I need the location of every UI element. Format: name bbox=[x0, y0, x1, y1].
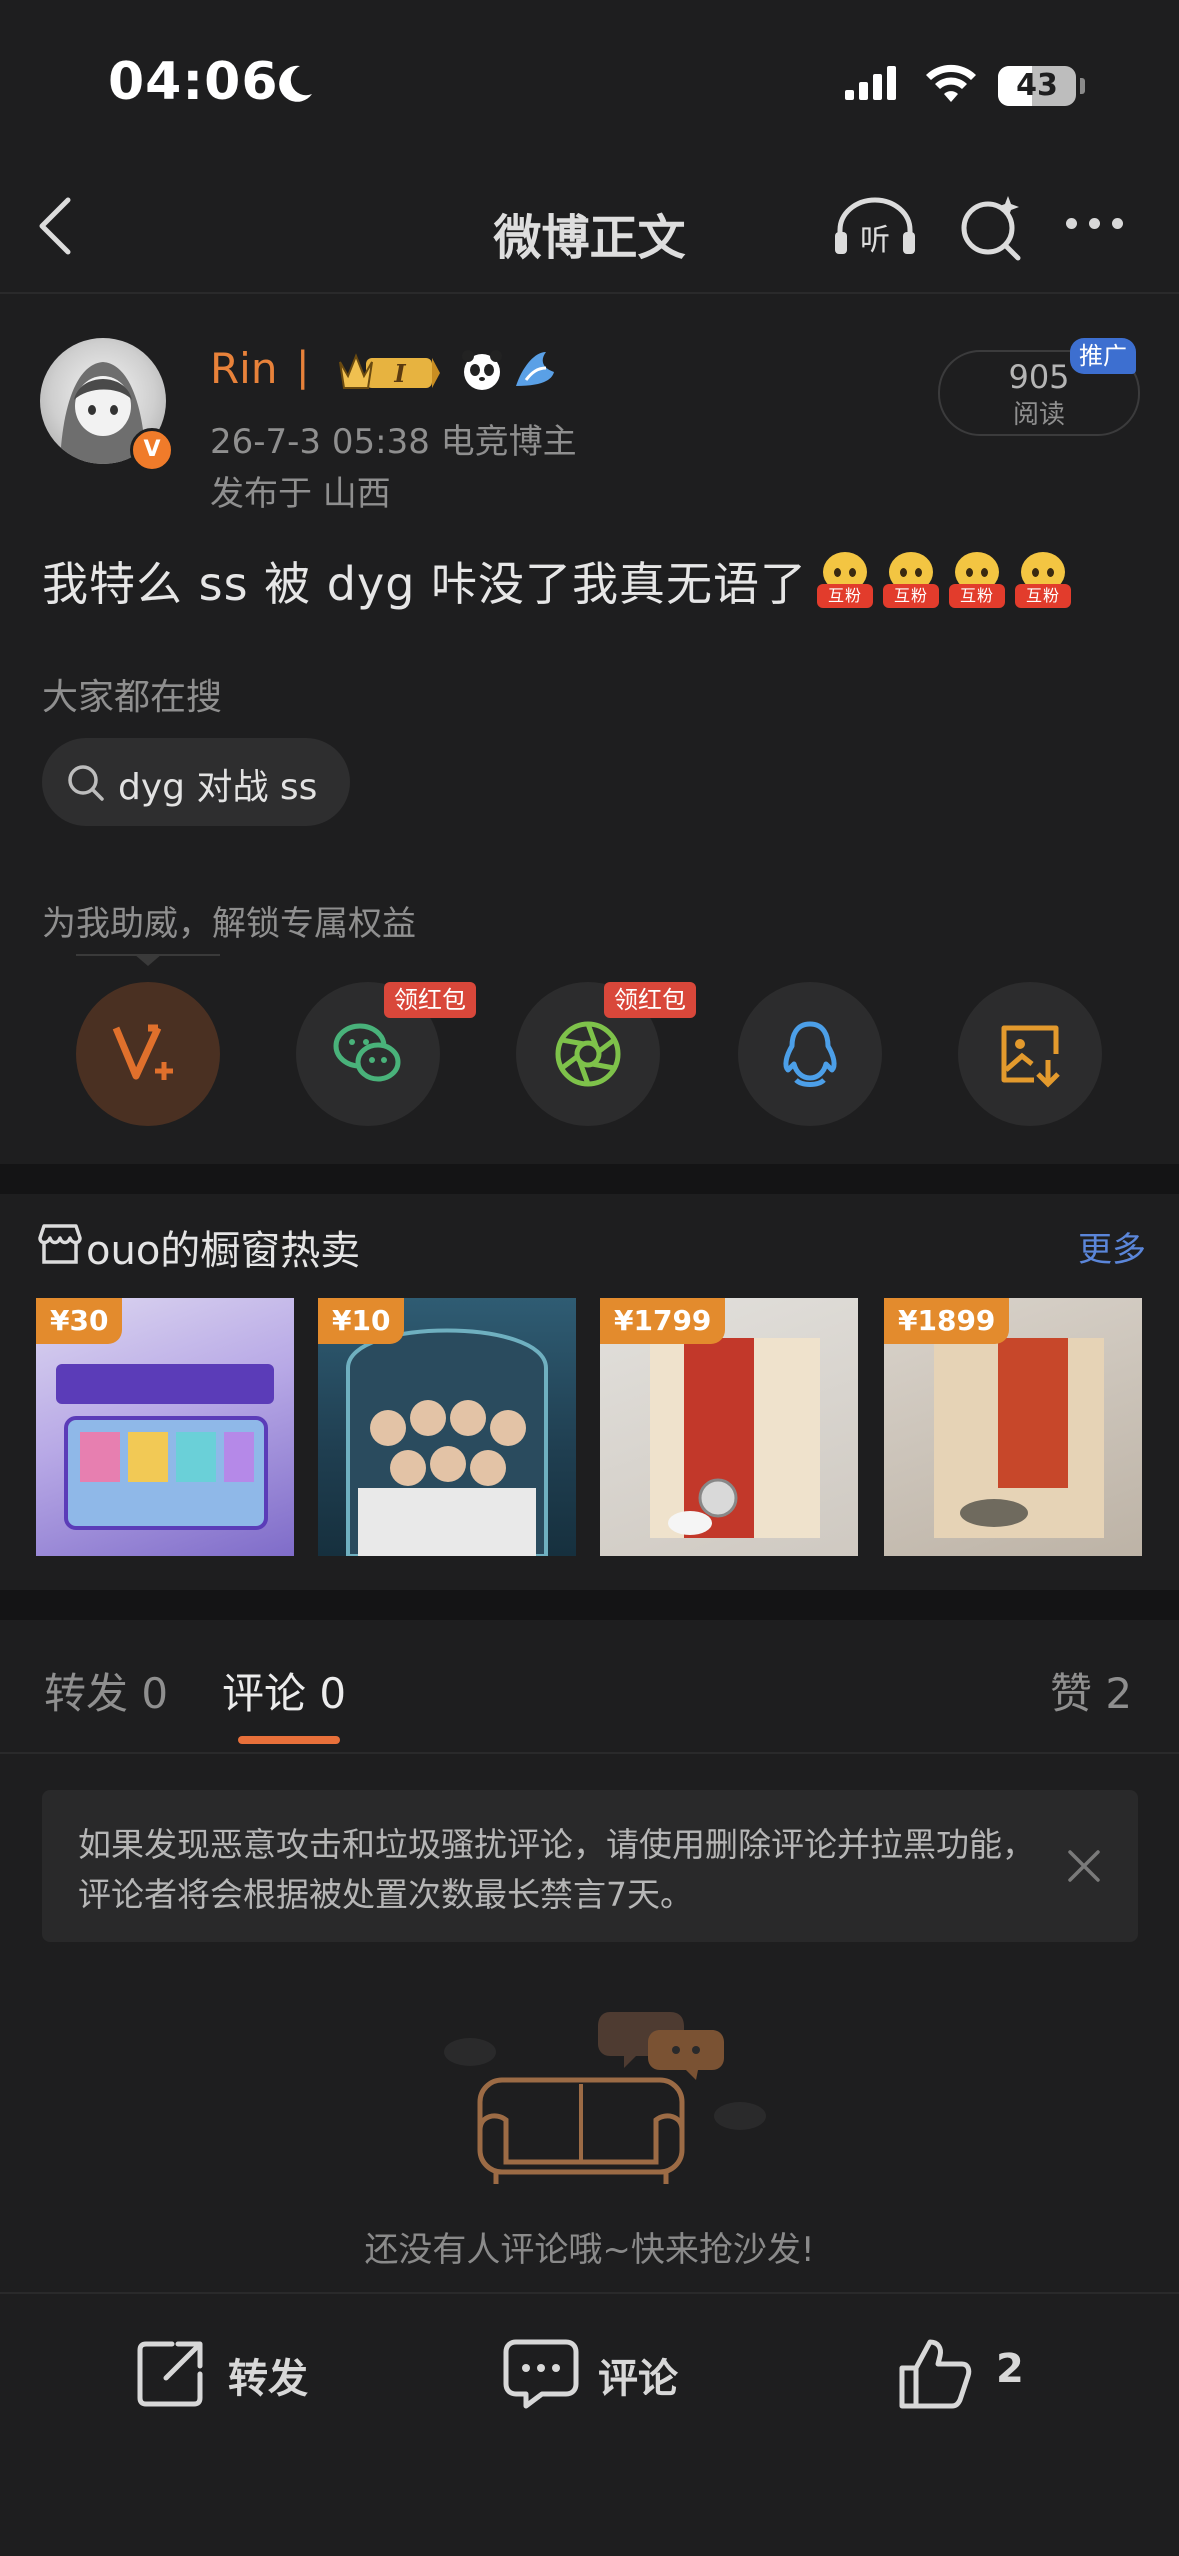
ad-tag: 推广 bbox=[1070, 338, 1136, 374]
battery-cap bbox=[1080, 78, 1085, 94]
tab-repost[interactable]: 转发 0 bbox=[44, 1660, 168, 1721]
product-price: ¥1899 bbox=[884, 1298, 1010, 1344]
search-icon[interactable] bbox=[956, 192, 1026, 262]
tab-like[interactable]: 赞 2 bbox=[1050, 1660, 1132, 1721]
repost-icon[interactable] bbox=[132, 2334, 210, 2412]
read-label: 阅读 bbox=[1012, 400, 1065, 430]
nav-divider bbox=[0, 292, 1179, 294]
close-icon[interactable] bbox=[1066, 1848, 1102, 1884]
emoji-label: 互粉 bbox=[1015, 584, 1072, 608]
more-options-icon[interactable] bbox=[1066, 214, 1135, 233]
comment-icon[interactable] bbox=[502, 2334, 580, 2412]
red-packet-badge: 领红包 bbox=[604, 982, 696, 1018]
product-card[interactable]: ¥30 bbox=[36, 1298, 294, 1556]
wave-badge-icon[interactable] bbox=[512, 346, 560, 392]
battery-indicator: 43 bbox=[998, 66, 1076, 106]
emoji-label: 互粉 bbox=[883, 584, 940, 608]
search-icon bbox=[68, 765, 104, 801]
hufen-emoji-icon: 互粉 bbox=[817, 552, 874, 608]
tab-divider bbox=[0, 1752, 1179, 1754]
post-meta: 26-7-3 05:38 电竞博主 bbox=[210, 422, 577, 462]
wechat-icon bbox=[333, 1023, 401, 1082]
like-thumb-icon[interactable] bbox=[896, 2334, 974, 2412]
svg-text:I: I bbox=[393, 359, 406, 388]
support-title: 为我助威，解锁专属权益 bbox=[42, 904, 416, 944]
cellular-signal-icon bbox=[845, 66, 901, 100]
post-text: 我特么 ss 被 dyg 咔没了我真无语了 互粉 互粉 互粉 互粉 bbox=[42, 548, 1072, 614]
like-count[interactable]: 2 bbox=[996, 2346, 1024, 2392]
tab-comment[interactable]: 评论 0 bbox=[222, 1660, 346, 1721]
hufen-emoji-icon: 互粉 bbox=[949, 552, 1006, 608]
username[interactable]: Rin bbox=[210, 344, 277, 393]
repost-button-label[interactable]: 转发 bbox=[228, 2346, 308, 2404]
listen-icon[interactable]: 听 bbox=[832, 196, 918, 260]
product-price: ¥1799 bbox=[600, 1298, 726, 1344]
post-location: 发布于 山西 bbox=[210, 474, 391, 514]
panda-badge-icon[interactable] bbox=[460, 348, 504, 392]
vip-plus-icon bbox=[112, 1024, 173, 1080]
hufen-emoji-icon: 互粉 bbox=[883, 552, 940, 608]
red-packet-badge: 领红包 bbox=[384, 982, 476, 1018]
product-card[interactable]: ¥1899 bbox=[884, 1298, 1142, 1556]
empty-sofa-illustration bbox=[444, 2012, 766, 2184]
section-gap bbox=[0, 1164, 1179, 1194]
product-card[interactable]: ¥1799 bbox=[600, 1298, 858, 1556]
share-qq-button[interactable] bbox=[738, 982, 882, 1126]
product-price: ¥30 bbox=[36, 1298, 123, 1344]
member-crown-badge-icon[interactable]: I bbox=[338, 348, 440, 394]
moon-icon bbox=[279, 65, 312, 102]
shop-more-link[interactable]: 更多 bbox=[1078, 1222, 1146, 1271]
shop-icon bbox=[38, 1224, 82, 1264]
notice-text: 如果发现恶意攻击和垃圾骚扰评论，请使用删除评论并拉黑功能，评论者将会根据被处置次… bbox=[78, 1825, 1035, 1914]
support-pointer bbox=[134, 954, 162, 966]
shop-title: ouo的橱窗热卖 bbox=[86, 1228, 361, 1274]
comment-button-label[interactable]: 评论 bbox=[598, 2346, 678, 2404]
active-tab-indicator bbox=[238, 1736, 340, 1744]
emoji-label: 互粉 bbox=[949, 584, 1006, 608]
trending-search-title: 大家都在搜 bbox=[42, 677, 223, 718]
comment-notice: 如果发现恶意攻击和垃圾骚扰评论，请使用删除评论并拉黑功能，评论者将会根据被处置次… bbox=[42, 1790, 1138, 1942]
post-body: 我特么 ss 被 dyg 咔没了我真无语了 bbox=[42, 557, 808, 611]
save-image-icon bbox=[1001, 1025, 1060, 1088]
status-time: 04:06 bbox=[108, 52, 279, 112]
trending-search-text: dyg 对战 ss bbox=[118, 767, 318, 808]
hufen-emoji-icon: 互粉 bbox=[1015, 552, 1072, 608]
product-card[interactable]: ¥10 bbox=[318, 1298, 576, 1556]
empty-comment-text: 还没有人评论哦~快来抢沙发! bbox=[364, 2230, 815, 2270]
moments-aperture-icon bbox=[555, 1021, 621, 1087]
section-gap bbox=[0, 1590, 1179, 1620]
save-image-button[interactable] bbox=[958, 982, 1102, 1126]
username-separator: | bbox=[296, 344, 310, 390]
trending-search-chip[interactable]: dyg 对战 ss bbox=[42, 738, 350, 826]
verified-badge-icon: V bbox=[130, 428, 174, 472]
emoji-label: 互粉 bbox=[817, 584, 874, 608]
qq-penguin-icon bbox=[783, 1021, 837, 1087]
product-price: ¥10 bbox=[318, 1298, 405, 1344]
wifi-icon bbox=[926, 64, 976, 102]
svg-text:听: 听 bbox=[860, 223, 890, 258]
share-weibo-vip-button[interactable] bbox=[76, 982, 220, 1126]
